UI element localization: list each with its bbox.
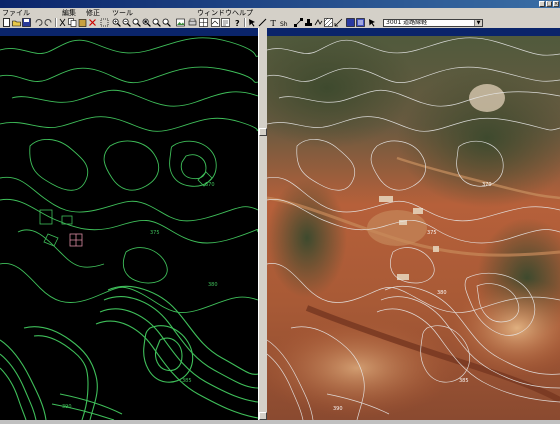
contour-label: 385 bbox=[182, 378, 192, 384]
zoom-in-icon[interactable] bbox=[112, 18, 121, 27]
menu-help[interactable]: ヘルプ bbox=[232, 10, 253, 17]
chevron-down-icon[interactable]: ▼ bbox=[474, 20, 482, 26]
image-open-icon[interactable] bbox=[176, 18, 185, 27]
help-icon[interactable]: ? bbox=[233, 18, 242, 27]
menu-toolbar-area: ファイル 編集 修正 ツール ウィンドウ ヘルプ ? T Sh 3001 道路縁… bbox=[0, 8, 560, 29]
contour-vector-view[interactable]: 370 375 380 385 390 bbox=[0, 28, 259, 421]
open-folder-icon[interactable] bbox=[12, 18, 21, 27]
zoom-window-icon[interactable] bbox=[132, 18, 141, 27]
right-pane-caption bbox=[267, 28, 560, 36]
svg-text:Sh: Sh bbox=[280, 21, 288, 27]
dimension-icon[interactable]: Sh bbox=[280, 18, 289, 27]
pointer-icon[interactable] bbox=[248, 18, 257, 27]
redo-icon[interactable] bbox=[44, 18, 53, 27]
zoom-previous-icon[interactable] bbox=[152, 18, 161, 27]
contour-label: 370 bbox=[205, 182, 215, 188]
contour-map-canvas[interactable]: 370 375 380 385 390 bbox=[0, 28, 259, 421]
stamp-icon[interactable] bbox=[304, 18, 313, 27]
new-file-icon[interactable] bbox=[2, 18, 11, 27]
contour-label: 390 bbox=[62, 404, 72, 410]
svg-text:?: ? bbox=[235, 19, 240, 27]
delete-icon[interactable] bbox=[88, 18, 97, 27]
right-pane-caption-text bbox=[267, 38, 269, 45]
minimize-button[interactable]: _ bbox=[539, 1, 545, 7]
menu-modify[interactable]: 修正 bbox=[86, 10, 100, 17]
print-icon[interactable] bbox=[188, 18, 197, 27]
node-edit-icon[interactable] bbox=[294, 18, 303, 27]
left-pane-caption-text bbox=[0, 38, 2, 45]
window-title-bar: _ □ × bbox=[0, 0, 560, 8]
save-icon[interactable] bbox=[22, 18, 31, 27]
hatch-icon[interactable] bbox=[324, 18, 333, 27]
cut-icon[interactable] bbox=[58, 18, 67, 27]
left-pane-caption bbox=[0, 28, 258, 36]
layer-icon[interactable] bbox=[211, 18, 220, 27]
contour-label: 375 bbox=[150, 230, 160, 236]
text-tool-icon[interactable]: T bbox=[270, 18, 279, 27]
menu-tools[interactable]: ツール bbox=[112, 10, 133, 17]
toolbar-separator bbox=[55, 18, 57, 27]
line-draw-icon[interactable] bbox=[258, 18, 267, 27]
survey-point-marker bbox=[69, 233, 83, 247]
scroll-down-button[interactable] bbox=[259, 412, 267, 420]
contour-label: 385 bbox=[459, 378, 469, 384]
contour-label: 375 bbox=[427, 230, 437, 236]
undo-icon[interactable] bbox=[34, 18, 43, 27]
layer-select[interactable]: 3001 道路縁軽 ▼ bbox=[383, 19, 483, 27]
contour-label: 370 bbox=[482, 182, 492, 188]
layer-select-value: 3001 道路縁軽 bbox=[386, 19, 428, 26]
menu-window[interactable]: ウィンドウ bbox=[197, 10, 232, 17]
measure-icon[interactable] bbox=[334, 18, 343, 27]
contour-label: 380 bbox=[208, 282, 218, 288]
zoom-out-icon[interactable] bbox=[122, 18, 131, 27]
zoom-all-icon[interactable] bbox=[142, 18, 151, 27]
maximize-button[interactable]: □ bbox=[546, 1, 552, 7]
menu-file[interactable]: ファイル bbox=[2, 10, 30, 17]
grid-icon[interactable] bbox=[199, 18, 208, 27]
copy-icon[interactable] bbox=[68, 18, 77, 27]
close-button[interactable]: × bbox=[553, 1, 559, 7]
polyline-icon[interactable] bbox=[314, 18, 323, 27]
menu-edit[interactable]: 編集 bbox=[62, 10, 76, 17]
arrow-tool-icon[interactable] bbox=[368, 18, 377, 27]
color-fill-icon[interactable] bbox=[346, 18, 355, 27]
svg-text:T: T bbox=[271, 19, 277, 27]
contour-label: 380 bbox=[437, 290, 447, 296]
contour-label: 390 bbox=[333, 406, 343, 412]
aerial-photo-view[interactable]: 370 375 380 385 390 bbox=[267, 28, 560, 420]
select-rect-icon[interactable] bbox=[100, 18, 109, 27]
paste-icon[interactable] bbox=[78, 18, 87, 27]
pan-icon[interactable] bbox=[162, 18, 171, 27]
color-line-icon[interactable] bbox=[356, 18, 365, 27]
aerial-photo-canvas[interactable]: 370 375 380 385 390 bbox=[267, 28, 560, 420]
toolbar-separator bbox=[244, 18, 246, 27]
scroll-up-button[interactable] bbox=[259, 128, 267, 136]
property-icon[interactable] bbox=[221, 18, 230, 27]
